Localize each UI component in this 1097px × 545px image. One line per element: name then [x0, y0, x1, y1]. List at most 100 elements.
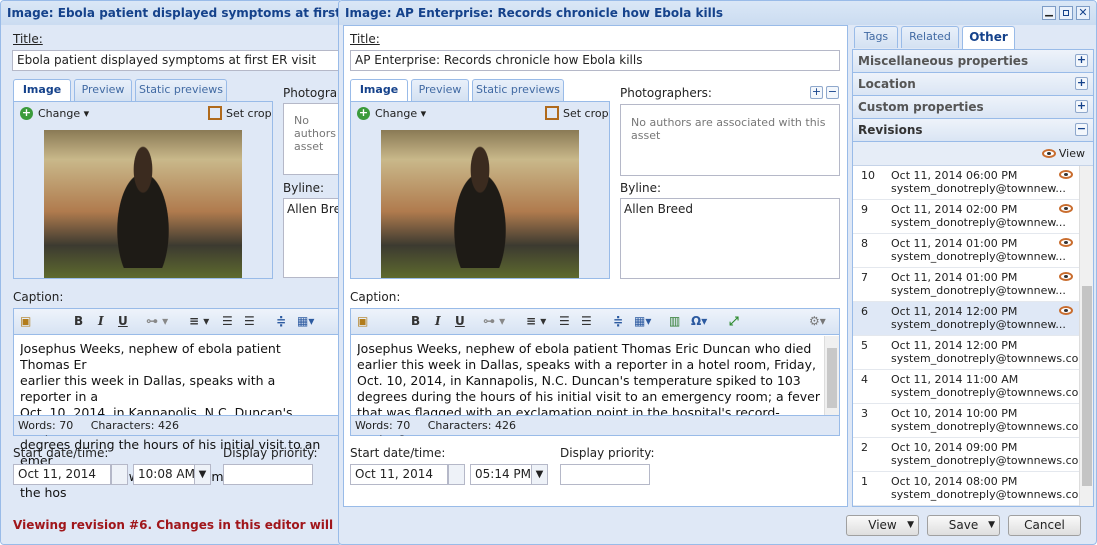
italic-button[interactable]: I [98, 314, 104, 328]
front-priority-field[interactable] [560, 464, 650, 485]
section-miscellaneous[interactable]: Miscellaneous properties + [853, 50, 1093, 73]
italic-button[interactable]: I [435, 314, 441, 328]
maximize-icon[interactable] [1059, 6, 1073, 20]
front-photo-subject [440, 141, 520, 268]
back-image-panel: + Change ▾ Set crop [13, 101, 273, 279]
eye-icon[interactable] [1059, 204, 1073, 213]
tab-other[interactable]: Other [962, 26, 1015, 49]
view-button[interactable]: View ▼ [846, 515, 919, 536]
ordered-list-icon[interactable]: ☰ [559, 314, 570, 328]
hr-icon[interactable]: ≑ [613, 314, 623, 328]
front-image-panel: + Change ▾ Set crop [350, 101, 610, 279]
front-caption-editor[interactable]: ▣ B I U ⊶ ▾ ≡ ▾ ☰ ☰ ≑ ▦▾ ▥ Ω▾ ⤢ ⚙▾ Josep… [350, 308, 840, 436]
save-button[interactable]: Save ▼ [927, 515, 1000, 536]
caption-scroll-thumb[interactable] [827, 348, 837, 408]
eye-icon[interactable] [1059, 238, 1073, 247]
revisions-scrollbar[interactable] [1079, 166, 1093, 506]
tab-related[interactable]: Related [901, 26, 959, 48]
revision-row[interactable]: 7 Oct 11, 2014 01:00 PM system_donotreply@… [853, 268, 1079, 302]
ordered-list-icon[interactable]: ☰ [222, 314, 233, 328]
cancel-button[interactable]: Cancel [1008, 515, 1081, 536]
unordered-list-icon[interactable]: ☰ [581, 314, 592, 328]
omega-icon[interactable]: Ω▾ [691, 314, 707, 328]
unordered-list-icon[interactable]: ☰ [244, 314, 255, 328]
front-change-button[interactable]: Change ▾ [375, 107, 426, 120]
collapse-icon[interactable]: − [1075, 123, 1088, 136]
calendar-icon[interactable] [111, 464, 128, 485]
back-byline-field[interactable]: Allen Breed [283, 198, 341, 278]
link-icon[interactable]: ⊶ ▾ [483, 314, 505, 328]
expand-icon[interactable]: + [1075, 77, 1088, 90]
back-tab-image[interactable]: Image [13, 79, 71, 102]
gear-icon[interactable]: ⚙▾ [809, 314, 826, 328]
revision-row[interactable]: 4 Oct 11, 2014 11:00 AM system_donotreply@… [853, 370, 1089, 404]
front-set-crop-button[interactable]: Set crop [563, 107, 609, 120]
remove-photographer-button[interactable]: − [826, 86, 839, 99]
align-icon[interactable]: ≡ ▾ [189, 314, 209, 328]
add-icon: + [20, 106, 33, 120]
front-tab-static-previews[interactable]: Static previews [472, 79, 564, 101]
front-date-field[interactable]: Oct 11, 2014 [350, 464, 448, 485]
expand-icon[interactable]: + [1075, 100, 1088, 113]
close-icon[interactable]: ✕ [1076, 6, 1090, 20]
front-tab-preview[interactable]: Preview [411, 79, 469, 101]
table-icon[interactable]: ▦▾ [634, 314, 651, 328]
underline-button[interactable]: U [118, 314, 128, 328]
align-icon[interactable]: ≡ ▾ [526, 314, 546, 328]
revision-row[interactable]: 3 Oct 10, 2014 10:00 PM system_donotreply@… [853, 404, 1089, 438]
fullscreen-icon[interactable]: ⤢ [729, 314, 739, 329]
revision-row[interactable]: 6 Oct 11, 2014 12:00 PM system_donotreply@… [853, 302, 1079, 336]
chevron-down-icon[interactable]: ▼ [531, 464, 548, 485]
back-byline-label: Byline: [283, 181, 325, 195]
minimize-icon[interactable]: ▁ [1042, 6, 1056, 20]
tab-tags[interactable]: Tags [854, 26, 898, 48]
back-title-field[interactable]: Ebola patient displayed symptoms at firs… [12, 50, 341, 71]
front-time-field[interactable]: 05:14 PM [470, 464, 532, 485]
bold-button[interactable]: B [411, 314, 420, 328]
view-revision-button[interactable]: View [1041, 147, 1085, 160]
table-icon[interactable]: ▦▾ [297, 314, 314, 328]
revision-row[interactable]: 8 Oct 11, 2014 01:00 PM system_donotreply@… [853, 234, 1079, 268]
revision-date: Oct 10, 2014 10:00 PM [891, 407, 1018, 420]
back-tab-preview[interactable]: Preview [74, 79, 132, 101]
back-caption-editor[interactable]: ▣ B I U ⊶ ▾ ≡ ▾ ☰ ☰ ≑ ▦▾ Josephus Weeks,… [13, 308, 341, 500]
paste-icon[interactable]: ▣ [357, 314, 368, 328]
back-time-field[interactable]: 10:08 AM [133, 464, 195, 485]
revision-row[interactable]: 5 Oct 11, 2014 12:00 PM system_donotreply@… [853, 336, 1089, 370]
front-title-field[interactable]: AP Enterprise: Records chronicle how Ebo… [350, 50, 840, 71]
revision-date: Oct 11, 2014 02:00 PM [891, 203, 1018, 216]
revision-row[interactable]: 2 Oct 10, 2014 09:00 PM system_donotreply@… [853, 438, 1089, 472]
film-icon[interactable]: ▥ [669, 314, 680, 328]
back-priority-field[interactable] [223, 464, 313, 485]
hr-icon[interactable]: ≑ [276, 314, 286, 328]
link-icon[interactable]: ⊶ ▾ [146, 314, 168, 328]
front-byline-field[interactable]: Allen Breed [620, 198, 840, 279]
calendar-icon[interactable] [448, 464, 465, 485]
add-photographer-button[interactable]: + [810, 86, 823, 99]
section-custom[interactable]: Custom properties + [853, 96, 1093, 119]
revision-row[interactable]: 1 Oct 10, 2014 08:00 PM system_donotreply@… [853, 472, 1089, 506]
back-tab-static-previews[interactable]: Static previews [135, 79, 227, 101]
eye-icon[interactable] [1059, 170, 1073, 179]
back-date-field[interactable]: Oct 11, 2014 [13, 464, 111, 485]
front-window-title: Image: AP Enterprise: Records chronicle … [339, 1, 1096, 25]
eye-icon[interactable] [1059, 306, 1073, 315]
front-tab-image[interactable]: Image [350, 79, 408, 102]
revision-row[interactable]: 10 Oct 11, 2014 06:00 PM system_donotreply… [853, 166, 1079, 200]
chevron-down-icon[interactable]: ▼ [194, 464, 211, 485]
paste-icon[interactable]: ▣ [20, 314, 31, 328]
revisions-scroll-thumb[interactable] [1082, 286, 1092, 486]
caption-scrollbar[interactable] [824, 336, 839, 416]
view-label: View [1058, 147, 1085, 160]
back-change-button[interactable]: Change ▾ [38, 107, 89, 120]
section-revisions[interactable]: Revisions − [853, 119, 1093, 142]
section-location[interactable]: Location + [853, 73, 1093, 96]
underline-button[interactable]: U [455, 314, 465, 328]
expand-icon[interactable]: + [1075, 54, 1088, 67]
eye-icon[interactable] [1059, 272, 1073, 281]
bold-button[interactable]: B [74, 314, 83, 328]
revision-row[interactable]: 9 Oct 11, 2014 02:00 PM system_donotreply@… [853, 200, 1079, 234]
revision-user: system_donotreply@townnews.com [891, 352, 1090, 365]
caption-line: degrees during the hours of his initial … [357, 389, 820, 404]
back-set-crop-button[interactable]: Set crop [226, 107, 272, 120]
